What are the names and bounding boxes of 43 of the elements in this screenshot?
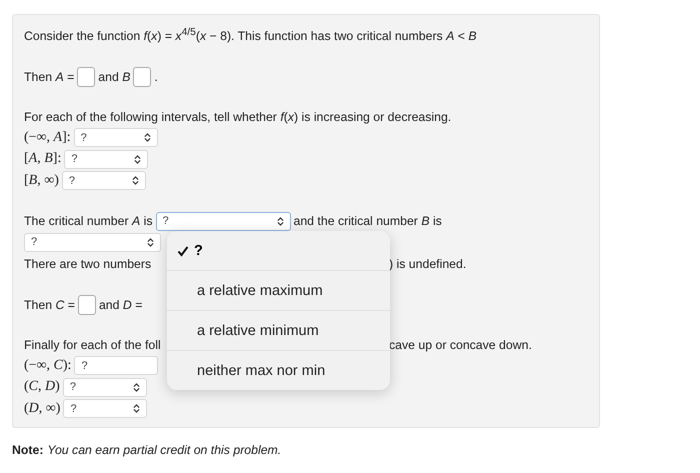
interval-label: [B, ∞) [24, 172, 59, 189]
interval-label: (−∞, A]: [24, 130, 71, 146]
input-field[interactable] [133, 66, 152, 86]
question-text: There are two numbers [24, 256, 152, 270]
chevron-icon [132, 176, 139, 186]
question-text: Finally for each of the foll [24, 338, 162, 352]
interval-label: (C, D) [24, 379, 60, 396]
question-text: and the critical number B is [294, 214, 442, 228]
note-text: You can earn partial credit on this problem. [47, 443, 282, 457]
input-field[interactable] [77, 66, 96, 86]
period-text: . [154, 70, 158, 84]
interval-label: (D, ∞) [24, 400, 60, 417]
input-field[interactable] [78, 294, 96, 314]
answer-label: Then A = [24, 70, 74, 84]
select-dropdown[interactable]: ? [24, 232, 161, 252]
select-dropdown[interactable]: ? [74, 356, 158, 376]
select-dropdown[interactable]: ? [64, 150, 148, 169]
interval-label: (−∞, C): [24, 358, 72, 374]
select-dropdown[interactable]: ? [63, 399, 148, 418]
question-text: The critical number A is [24, 214, 152, 228]
answer-label: Then C = [24, 298, 75, 312]
question-text: cave up or concave down. [389, 338, 532, 352]
menu-option[interactable]: neither max nor min [167, 351, 390, 390]
menu-option[interactable]: a relative maximum [167, 271, 390, 311]
select-dropdown[interactable]: ? [62, 171, 146, 190]
question-text: For each of the following intervals, tell whether f(x) is increasing or decreasing. [24, 110, 452, 124]
chevron-icon [133, 404, 140, 414]
chevron-icon [134, 154, 142, 164]
chevron-icon [144, 133, 151, 142]
interval-label: [A, B]: [24, 151, 62, 168]
answer-label: and B [98, 70, 130, 84]
chevron-icon [132, 382, 140, 392]
chevron-icon [147, 238, 154, 247]
note-label: Note: [12, 443, 44, 457]
menu-option[interactable]: a relative minimum [167, 311, 390, 351]
select-dropdown[interactable]: ? [62, 378, 147, 397]
problem-statement: Consider the function f(x) = x$^{4/5}$(x − 8). This function has two critical numbers A < B [24, 27, 477, 44]
answer-label: and D = [98, 298, 142, 312]
select-dropdown[interactable]: ? [156, 212, 290, 230]
menu-option[interactable]: ? [167, 231, 390, 271]
select-dropdown[interactable]: ? [74, 128, 158, 148]
chevron-icon [276, 216, 284, 226]
checkmark-icon [177, 244, 189, 256]
